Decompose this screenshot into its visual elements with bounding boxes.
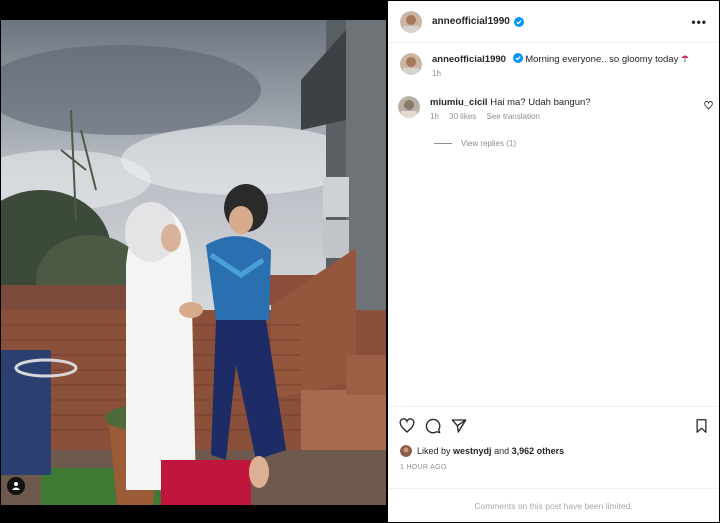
post-timestamp[interactable]: 1 HOUR AGO	[400, 464, 447, 471]
commenter-username[interactable]: miumiu_cicil	[430, 97, 488, 108]
caption-verified-badge-icon	[512, 53, 523, 63]
bookmark-icon[interactable]	[694, 418, 709, 434]
likes-middle: and	[494, 446, 510, 456]
caption-time: 1h	[432, 69, 441, 78]
instagram-post-window: anneofficial1990 ••• anneofficial1990 Mo…	[0, 0, 720, 523]
tagged-user-icon[interactable]	[7, 477, 25, 495]
comment-text: Hai ma? Udah bangun?	[490, 97, 591, 108]
post-photo[interactable]	[1, 20, 386, 505]
author-avatar[interactable]	[400, 10, 422, 33]
caption-text: Morning everyone.. so gloomy today	[525, 54, 679, 65]
view-replies-divider	[434, 143, 452, 144]
commenter-avatar[interactable]	[398, 96, 420, 118]
author-username[interactable]: anneofficial1990	[432, 16, 510, 27]
post-caption: anneofficial1990 Morning everyone.. so g…	[400, 53, 710, 78]
likes-others-count[interactable]: 3,962 others	[512, 446, 565, 456]
comment-icon[interactable]	[425, 418, 441, 434]
verified-badge-icon	[513, 16, 524, 27]
caption-avatar[interactable]	[400, 53, 422, 75]
heart-icon[interactable]	[399, 418, 415, 434]
comment-time: 1h	[430, 112, 439, 121]
comments-limited-notice: Comments on this post have been limited.	[388, 488, 719, 522]
comment-like-heart-icon[interactable]	[704, 101, 713, 110]
post-header: anneofficial1990 •••	[388, 1, 719, 43]
post-action-bar	[388, 406, 719, 446]
send-icon[interactable]	[451, 418, 467, 434]
see-translation-link[interactable]: See translation	[487, 112, 540, 121]
caption-username[interactable]: anneofficial1990	[432, 54, 506, 65]
post-details-panel: anneofficial1990 ••• anneofficial1990 Mo…	[388, 1, 719, 522]
umbrella-icon	[681, 55, 689, 63]
view-replies-button[interactable]: View replies (1)	[434, 139, 516, 148]
photo-illustration	[1, 20, 386, 505]
comment-item: miumiu_cicil Hai ma? Udah bangun? 1h 30 …	[398, 96, 713, 121]
liker-avatar[interactable]	[400, 445, 412, 457]
view-replies-label: View replies (1)	[461, 139, 516, 148]
likes-prefix: Liked by	[417, 446, 451, 456]
more-horizontal-icon[interactable]: •••	[691, 15, 707, 29]
liker-username[interactable]: westnydj	[453, 446, 492, 456]
comment-likes[interactable]: 30 likes	[449, 112, 476, 121]
likes-summary: Liked by westnydj and 3,962 others	[400, 445, 564, 457]
